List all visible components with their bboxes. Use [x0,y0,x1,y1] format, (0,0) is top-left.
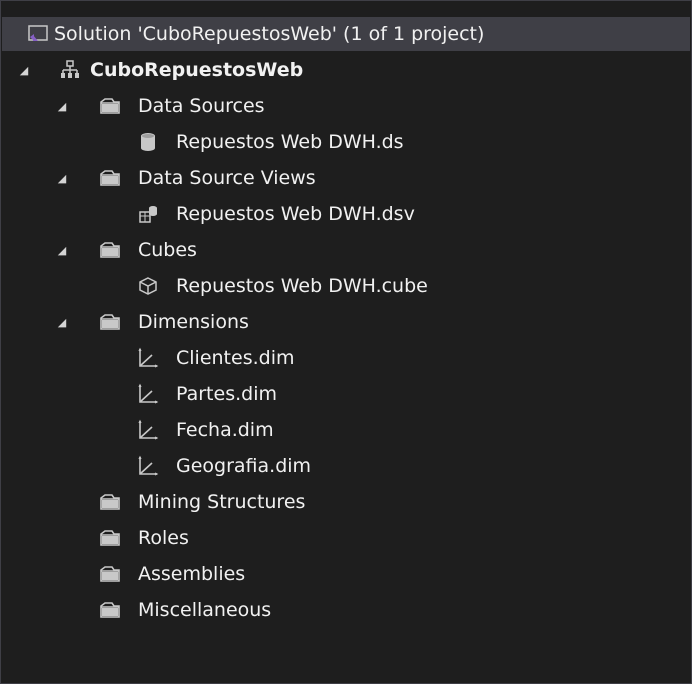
tree-item-mining-structures[interactable]: Mining Structures [2,485,690,519]
tree-item-solution[interactable]: Solution 'CuboRepuestosWeb' (1 of 1 proj… [2,17,690,51]
project-label: CuboRepuestosWeb [90,59,304,81]
solution-explorer-tree: Solution 'CuboRepuestosWeb' (1 of 1 proj… [0,0,692,684]
tree-item-data-source-views[interactable]: ◢ Data Source Views [2,161,690,195]
tree-item-data-source-view[interactable]: Repuestos Web DWH.dsv [2,197,690,231]
tree-item-cube[interactable]: Repuestos Web DWH.cube [2,269,690,303]
file-label: Geografia.dim [176,455,312,477]
tree-item-miscellaneous[interactable]: Miscellaneous [2,593,690,627]
folder-icon [98,485,122,519]
folder-label: Data Sources [138,95,265,117]
dimension-icon [136,413,160,447]
dimension-icon [136,449,160,483]
solution-label: Solution 'CuboRepuestosWeb' (1 of 1 proj… [54,23,485,45]
dimension-icon [136,377,160,411]
folder-label: Assemblies [138,563,246,585]
folder-label: Cubes [138,239,197,261]
file-label: Repuestos Web DWH.dsv [176,203,415,225]
solution-icon [26,17,50,51]
file-label: Fecha.dim [176,419,274,441]
folder-label: Miscellaneous [138,599,272,621]
folder-label: Roles [138,527,189,549]
expand-arrow-icon[interactable]: ◢ [54,233,70,267]
file-label: Repuestos Web DWH.ds [176,131,404,153]
tree-item-dimension[interactable]: Partes.dim [2,377,690,411]
folder-icon [98,89,122,123]
expand-arrow-icon[interactable]: ◢ [54,89,70,123]
folder-icon [98,557,122,591]
tree-item-assemblies[interactable]: Assemblies [2,557,690,591]
project-icon [58,53,82,87]
folder-label: Dimensions [138,311,249,333]
folder-label: Data Source Views [138,167,316,189]
dimension-icon [136,341,160,375]
folder-icon [98,305,122,339]
file-label: Partes.dim [176,383,277,405]
folder-label: Mining Structures [138,491,306,513]
data-source-view-icon [136,197,160,231]
tree-item-data-sources[interactable]: ◢ Data Sources [2,89,690,123]
tree-item-data-source[interactable]: Repuestos Web DWH.ds [2,125,690,159]
cube-icon [136,269,160,303]
tree-item-roles[interactable]: Roles [2,521,690,555]
expand-arrow-icon[interactable]: ◢ [54,161,70,195]
expand-arrow-icon[interactable]: ◢ [16,53,32,87]
database-icon [136,125,160,159]
expand-arrow-icon[interactable]: ◢ [54,305,70,339]
tree-item-cubes[interactable]: ◢ Cubes [2,233,690,267]
file-label: Clientes.dim [176,347,295,369]
folder-icon [98,521,122,555]
tree-item-dimension[interactable]: Geografia.dim [2,449,690,483]
file-label: Repuestos Web DWH.cube [176,275,428,297]
tree-item-dimension[interactable]: Fecha.dim [2,413,690,447]
tree-item-dimensions[interactable]: ◢ Dimensions [2,305,690,339]
tree-item-dimension[interactable]: Clientes.dim [2,341,690,375]
folder-icon [98,161,122,195]
tree-item-project[interactable]: ◢ CuboRepuestosWeb [2,53,690,87]
folder-icon [98,593,122,627]
folder-icon [98,233,122,267]
